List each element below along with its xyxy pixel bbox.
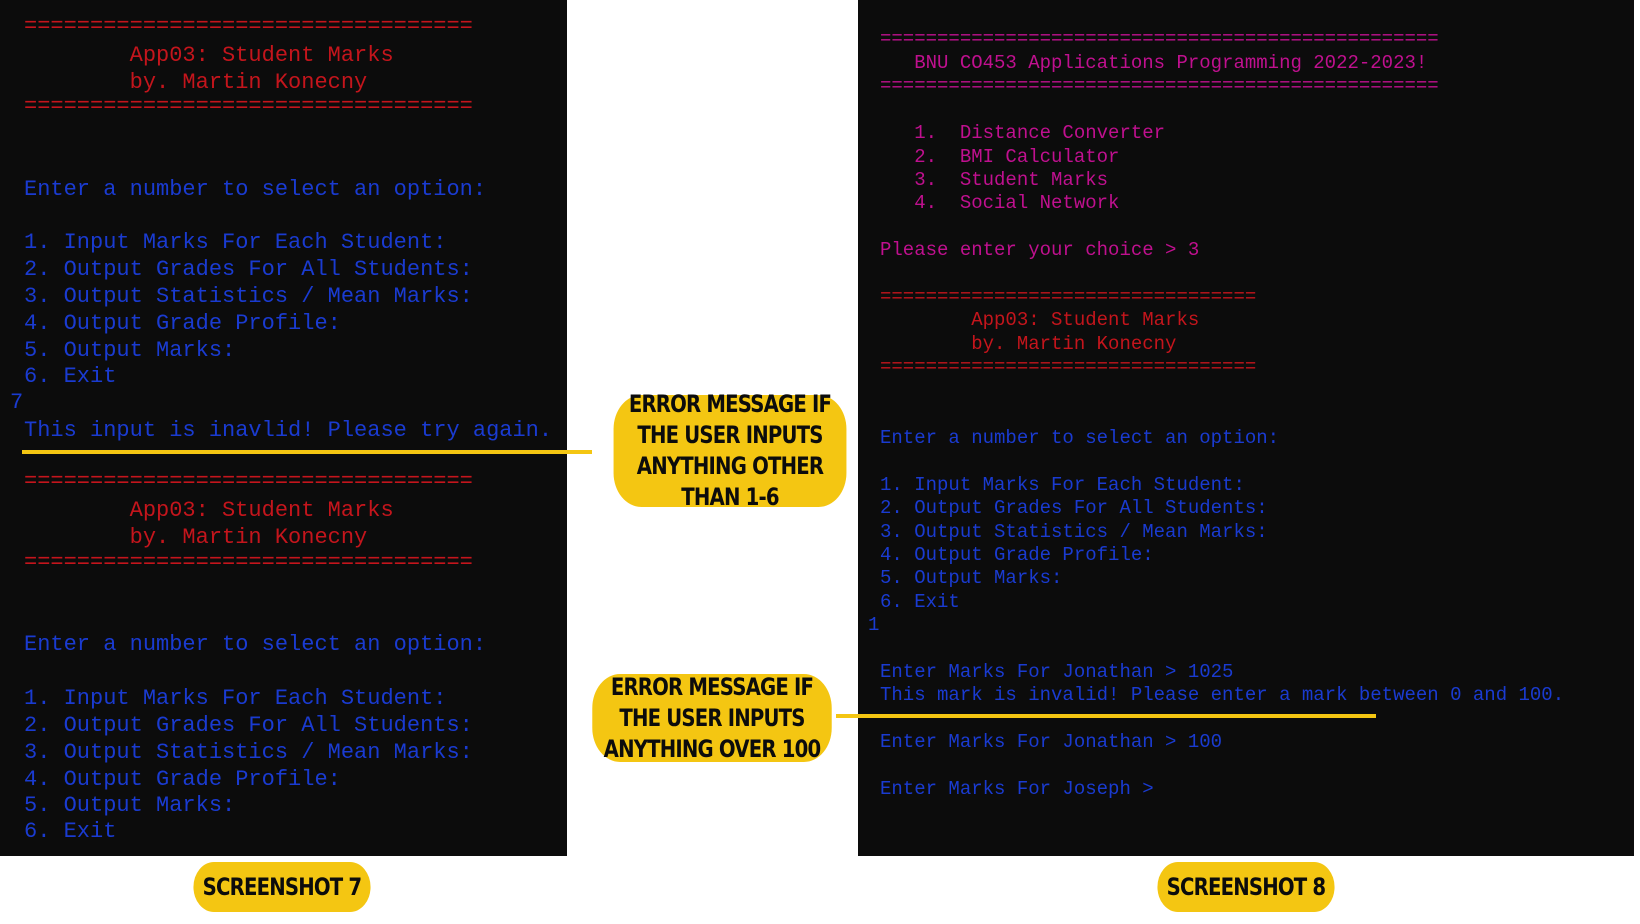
app-list-item-1: 1. Distance Converter [880,122,1166,144]
app-title: App03: Student Marks [24,43,394,68]
menu-option-3: 3. Output Statistics / Mean Marks: [24,740,473,765]
menu-option-6: 6. Exit [24,364,117,389]
menu-option-5: 5. Output Marks: [880,567,1063,589]
screenshot-8-label: SCREENSHOT 8 [1157,862,1335,912]
banner-border: ========================================… [880,75,1439,97]
callout-invalid-option: ERROR MESSAGE IF THE USER INPUTS ANYTHIN… [613,390,847,511]
menu-option-4: 4. Output Grade Profile: [24,767,341,792]
marks-prompt: Enter Marks For Jonathan > 100 [880,731,1223,753]
menu-option-1: 1. Input Marks For Each Student: [880,474,1245,496]
callout-connector [836,714,1376,718]
menu-option-2: 2. Output Grades For All Students: [24,257,473,282]
marks-prompt: Enter Marks For Jonathan > 1025 [880,661,1234,683]
callout-invalid-mark: ERROR MESSAGE IF THE USER INPUTS ANYTHIN… [592,672,832,763]
choice-prompt: Please enter your choice > 3 [880,239,1200,261]
menu-option-2: 2. Output Grades For All Students: [24,713,473,738]
menu-option-1: 1. Input Marks For Each Student: [24,686,447,711]
menu-prompt: Enter a number to select an option: [24,177,487,202]
app-list-item-3: 3. Student Marks [880,169,1109,191]
header-border: ================================== [24,94,473,119]
user-input: 1 [868,614,880,636]
header-border: ================================== [24,550,473,575]
menu-option-4: 4. Output Grade Profile: [24,311,341,336]
header-border: ================================= [880,356,1257,378]
app-title: App03: Student Marks [24,498,394,523]
menu-option-1: 1. Input Marks For Each Student: [24,230,447,255]
menu-option-2: 2. Output Grades For All Students: [880,497,1268,519]
callout-text: ERROR MESSAGE IF THE USER INPUTS ANYTHIN… [603,672,821,763]
menu-option-3: 3. Output Statistics / Mean Marks: [880,521,1268,543]
callout-text: ERROR MESSAGE IF THE USER INPUTS ANYTHIN… [628,390,832,511]
menu-option-3: 3. Output Statistics / Mean Marks: [24,284,473,309]
menu-option-6: 6. Exit [880,591,960,613]
header-border: ================================== [24,14,473,39]
app-list-item-4: 4. Social Network [880,192,1120,214]
screenshot-7-label: SCREENSHOT 7 [193,862,371,912]
app-author: by. Martin Konecny [24,525,368,550]
menu-option-6: 6. Exit [24,819,117,844]
menu-option-5: 5. Output Marks: [24,338,236,363]
app-author: by. Martin Konecny [880,333,1177,355]
label-text: SCREENSHOT 8 [1166,873,1326,901]
user-input: 7 [10,390,24,415]
header-border: ================================= [880,286,1257,308]
banner-border: ========================================… [880,28,1439,50]
marks-prompt: Enter Marks For Joseph > [880,778,1154,800]
banner-title: BNU CO453 Applications Programming 2022-… [880,52,1428,74]
app-author: by. Martin Konecny [24,70,368,95]
callout-connector [22,450,592,454]
menu-prompt: Enter a number to select an option: [880,427,1280,449]
menu-prompt: Enter a number to select an option: [24,632,487,657]
menu-option-4: 4. Output Grade Profile: [880,544,1154,566]
console-window-screenshot-7: ================================== App03… [0,0,567,856]
error-message: This mark is invalid! Please enter a mar… [880,684,1565,706]
error-message: This input is inavlid! Please try again. [24,418,553,443]
app-title: App03: Student Marks [880,309,1200,331]
console-window-screenshot-8: ================================= =======… [858,0,1634,856]
label-text: SCREENSHOT 7 [202,873,362,901]
menu-option-5: 5. Output Marks: [24,793,236,818]
header-border: ================================== [24,469,473,494]
app-list-item-2: 2. BMI Calculator [880,146,1120,168]
